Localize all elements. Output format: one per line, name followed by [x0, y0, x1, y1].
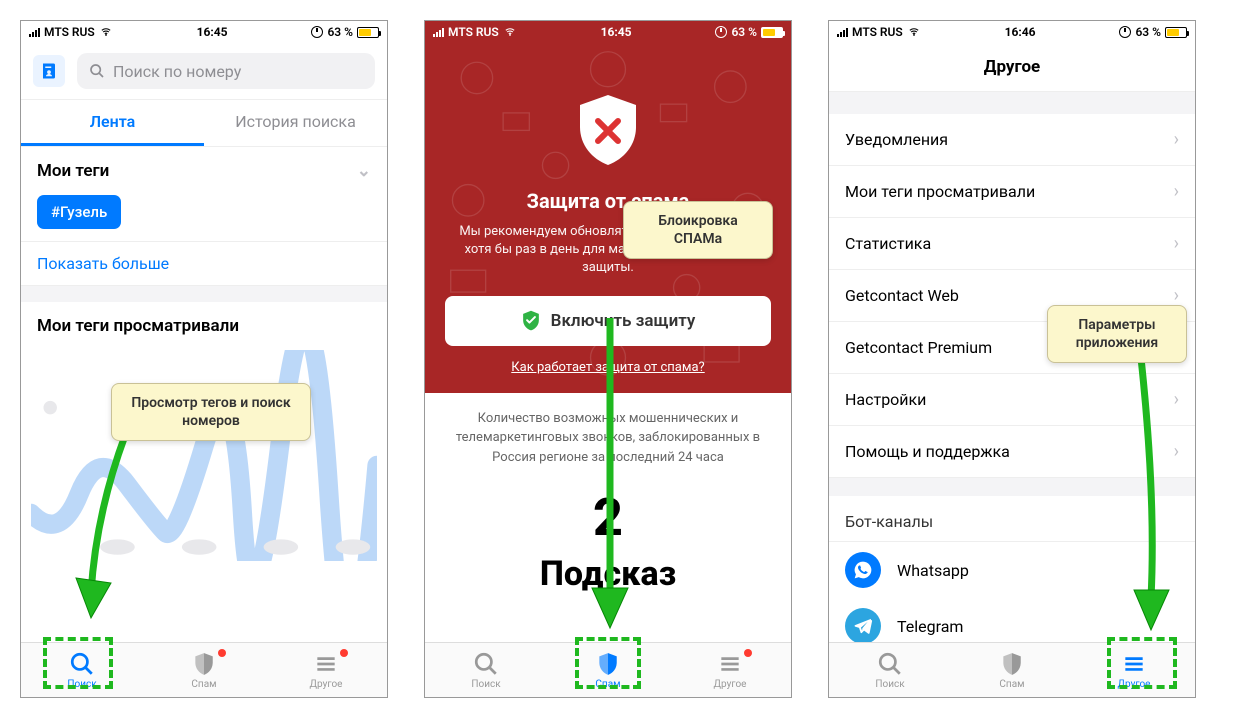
arrow-2: [580, 318, 640, 638]
row-label: Помощь и поддержка: [845, 442, 1010, 461]
chevron-right-icon: ›: [1174, 129, 1179, 150]
battery-percent: 63 %: [1135, 25, 1161, 39]
my-tags-header[interactable]: Мои теги ⌄: [21, 147, 387, 195]
callout-2-text: Блоикровка СПАМа: [658, 213, 738, 247]
search-icon: [473, 651, 499, 677]
time-label: 16:45: [601, 25, 632, 39]
tag-chip[interactable]: #Гузель: [37, 195, 121, 229]
row-label: Уведомления: [845, 130, 948, 149]
tab-spam[interactable]: Спам: [143, 643, 265, 697]
notification-dot: [218, 649, 226, 657]
search-placeholder: Поиск по номеру: [113, 62, 241, 81]
phone-screen-3: MTS RUS 16:46 63 % Другое Уведомления › М…: [828, 20, 1196, 698]
notification-dot: [744, 649, 752, 657]
whatsapp-icon: [845, 552, 881, 588]
callout-2: Блоикровка СПАМа: [623, 201, 773, 259]
signal-icon: [433, 27, 444, 37]
show-more-link[interactable]: Показать больше: [21, 241, 387, 286]
page-title: Другое: [829, 43, 1195, 92]
tab-search-label: Поиск: [875, 679, 904, 690]
menu-icon: [717, 651, 743, 677]
search-icon: [877, 651, 903, 677]
battery-icon: [1165, 27, 1187, 38]
carrier-label: MTS RUS: [448, 25, 499, 39]
search-icon: [89, 63, 105, 79]
statusbar: MTS RUS 16:46 63 %: [829, 21, 1195, 43]
battery-icon: [761, 27, 783, 38]
tab-spam[interactable]: Спам: [951, 643, 1073, 697]
my-tags-label: Мои теги: [37, 161, 109, 181]
alarm-icon: [1119, 26, 1131, 38]
phone-screen-2: MTS RUS 16:45 63 %: [424, 20, 792, 698]
signal-icon: [837, 27, 848, 37]
wifi-icon: [907, 27, 921, 37]
tab-history[interactable]: История поиска: [204, 100, 387, 146]
battery-percent: 63 %: [731, 25, 757, 39]
time-label: 16:46: [1005, 25, 1036, 39]
callout-3-text: Параметры приложения: [1076, 317, 1158, 351]
carrier-label: MTS RUS: [44, 25, 95, 39]
alarm-icon: [715, 26, 727, 38]
chevron-right-icon: ›: [1174, 285, 1179, 306]
time-label: 16:45: [197, 25, 228, 39]
bot-label: Whatsapp: [897, 561, 969, 580]
viewed-label: Мои теги просматривали: [37, 316, 239, 336]
chevron-down-icon: ⌄: [357, 161, 371, 181]
list-item-mytags-viewed[interactable]: Мои теги просматривали ›: [829, 166, 1195, 218]
battery-icon: [357, 27, 379, 38]
row-label: Getcontact Premium: [845, 338, 992, 357]
highlight-box-3: [1107, 637, 1177, 689]
statusbar: MTS RUS 16:45 63 %: [425, 21, 791, 43]
menu-icon: [313, 651, 339, 677]
row-label: Настройки: [845, 390, 926, 409]
row-label: Мои теги просматривали: [845, 182, 1035, 201]
shield-icon: [191, 651, 217, 677]
row-label: Статистика: [845, 234, 931, 253]
callout-1-text: Просмотр тегов и поиск номеров: [131, 395, 290, 429]
tab-feed[interactable]: Лента: [21, 100, 204, 146]
chevron-right-icon: ›: [1174, 181, 1179, 202]
row-label: Getcontact Web: [845, 286, 959, 305]
arrow-1: [56, 433, 146, 633]
contacts-icon[interactable]: [33, 55, 65, 87]
list-item-notifications[interactable]: Уведомления ›: [829, 114, 1195, 166]
list-item-statistics[interactable]: Статистика ›: [829, 218, 1195, 270]
chevron-right-icon: ›: [1174, 233, 1179, 254]
tab-other-label: Другое: [714, 679, 747, 690]
highlight-box-2: [575, 637, 641, 689]
viewed-header: Мои теги просматривали: [21, 302, 387, 350]
bot-label: Telegram: [897, 617, 963, 636]
tab-search[interactable]: Поиск: [829, 643, 951, 697]
tab-other-label: Другое: [310, 679, 343, 690]
telegram-icon: [845, 608, 881, 642]
shield-icon: [999, 651, 1025, 677]
tab-spam-label: Спам: [191, 679, 216, 690]
wifi-icon: [99, 27, 113, 37]
wifi-icon: [503, 27, 517, 37]
statusbar: MTS RUS 16:45 63 %: [21, 21, 387, 43]
signal-icon: [29, 27, 40, 37]
arrow-3: [1111, 358, 1181, 638]
feed-tabs: Лента История поиска: [21, 100, 387, 147]
search-input[interactable]: Поиск по номеру: [77, 53, 375, 89]
highlight-box-1: [43, 637, 113, 689]
callout-3: Параметры приложения: [1047, 305, 1187, 363]
search-header: Поиск по номеру: [21, 43, 387, 100]
tab-search[interactable]: Поиск: [425, 643, 547, 697]
tab-other[interactable]: Другое: [669, 643, 791, 697]
phone-screen-1: MTS RUS 16:45 63 % Поиск по номеру Лента…: [20, 20, 388, 698]
tab-search-label: Поиск: [471, 679, 500, 690]
notification-dot: [340, 649, 348, 657]
callout-1: Просмотр тегов и поиск номеров: [111, 383, 311, 441]
battery-percent: 63 %: [327, 25, 353, 39]
alarm-icon: [311, 26, 323, 38]
tab-other[interactable]: Другое: [265, 643, 387, 697]
tab-spam-label: Спам: [999, 679, 1024, 690]
carrier-label: MTS RUS: [852, 25, 903, 39]
